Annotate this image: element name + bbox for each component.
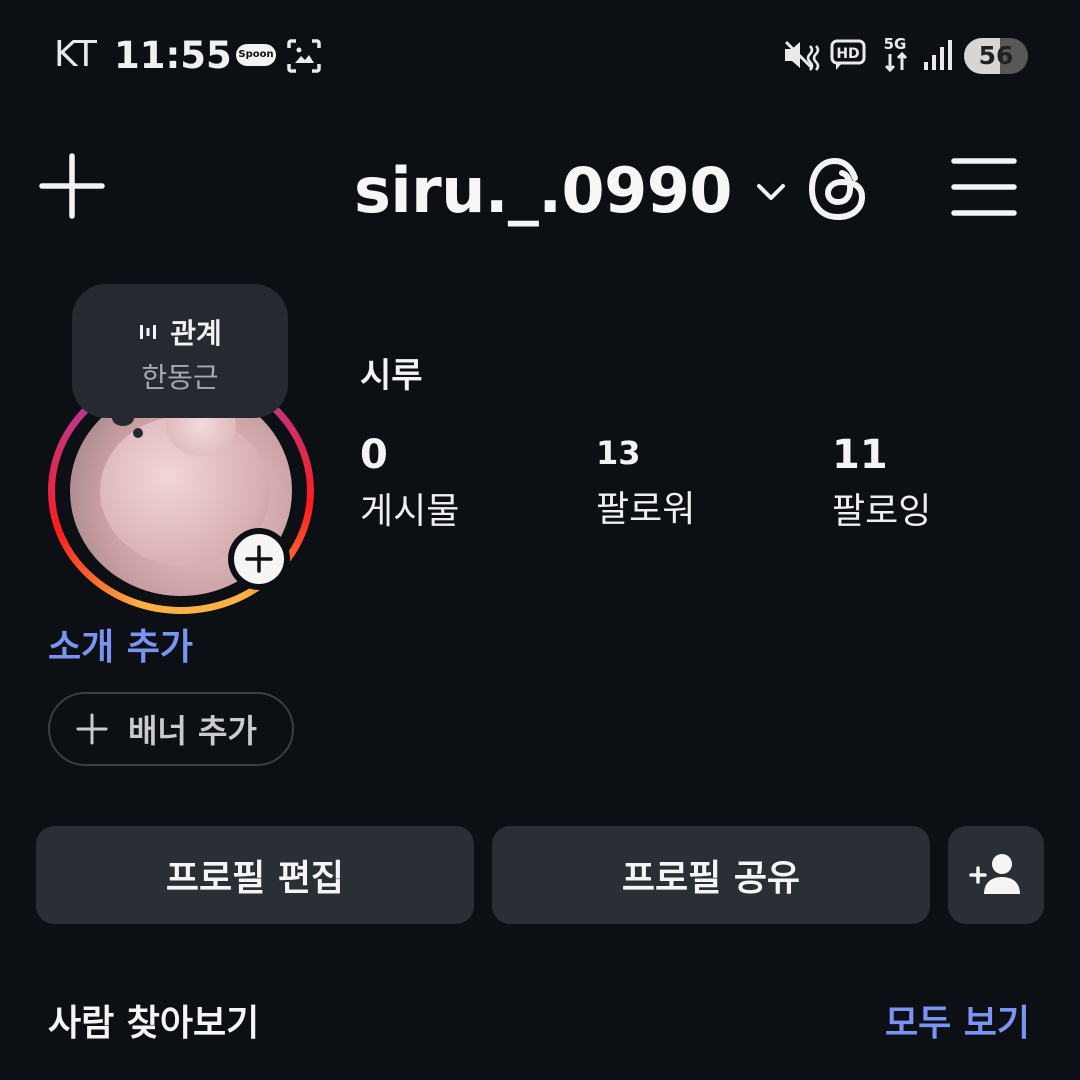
note-song-title: 관계 (170, 317, 222, 350)
add-banner-label: 배너 추가 (128, 712, 257, 750)
screenshot-icon (287, 39, 321, 73)
vibrate-mute-icon (784, 40, 820, 71)
note-artist: 한동근 (141, 361, 219, 394)
plus-icon (245, 545, 273, 573)
signal-strength-icon (924, 40, 952, 70)
discover-people-button[interactable] (948, 826, 1044, 924)
5g-network-icon: 5G (884, 35, 908, 73)
battery-percent: 56 (978, 41, 1014, 70)
svg-text:HD: HD (836, 46, 859, 62)
share-profile-label: 프로필 공유 (621, 858, 801, 899)
add-banner-button[interactable]: 배너 추가 (48, 692, 294, 766)
discover-people-title: 사람 찾아보기 (48, 1003, 260, 1044)
note-tail (112, 410, 134, 426)
edit-profile-label: 프로필 편집 (165, 858, 345, 899)
edit-profile-button[interactable]: 프로필 편집 (36, 826, 474, 924)
posts-stat[interactable]: 0 게시물 (360, 432, 459, 534)
add-bio-link[interactable]: 소개 추가 (48, 618, 193, 670)
following-label: 팔로잉 (832, 491, 932, 532)
chevron-down-icon (757, 184, 786, 200)
followers-count: 13 (596, 434, 641, 472)
share-profile-button[interactable]: 프로필 공유 (492, 826, 930, 924)
status-time: 11:55 (114, 34, 232, 77)
posts-count: 0 (360, 432, 388, 478)
following-stat[interactable]: 11 팔로잉 (832, 432, 931, 534)
battery-indicator: 56 (964, 38, 1028, 74)
threads-icon[interactable] (806, 154, 872, 224)
add-story-button[interactable] (228, 528, 290, 590)
account-switcher[interactable]: siru._.0990 (354, 150, 788, 230)
followers-stat[interactable]: 13 팔로워 (596, 434, 695, 532)
following-count: 11 (832, 432, 888, 478)
hamburger-menu-icon[interactable] (950, 156, 1018, 218)
music-bars-icon (140, 325, 157, 339)
note-tail-dot (133, 428, 143, 438)
plus-icon (76, 713, 108, 745)
add-story-circle (234, 534, 284, 584)
create-plus-button[interactable] (38, 152, 106, 220)
posts-label: 게시물 (360, 491, 460, 532)
status-bar: KT 11:55 Spoon HD 5G 56 (0, 0, 1080, 110)
carrier-label: KT (54, 34, 97, 75)
display-name: 시루 (360, 356, 423, 396)
svg-text:5G: 5G (884, 35, 907, 53)
see-all-link[interactable]: 모두 보기 (885, 994, 1030, 1046)
username: siru._.0990 (354, 153, 733, 227)
hd-voice-icon: HD (830, 39, 866, 70)
followers-label: 팔로워 (596, 489, 696, 530)
add-person-icon (969, 854, 1020, 894)
spoon-app-icon: Spoon (236, 44, 276, 66)
note-title-row: 관계 (72, 312, 288, 352)
